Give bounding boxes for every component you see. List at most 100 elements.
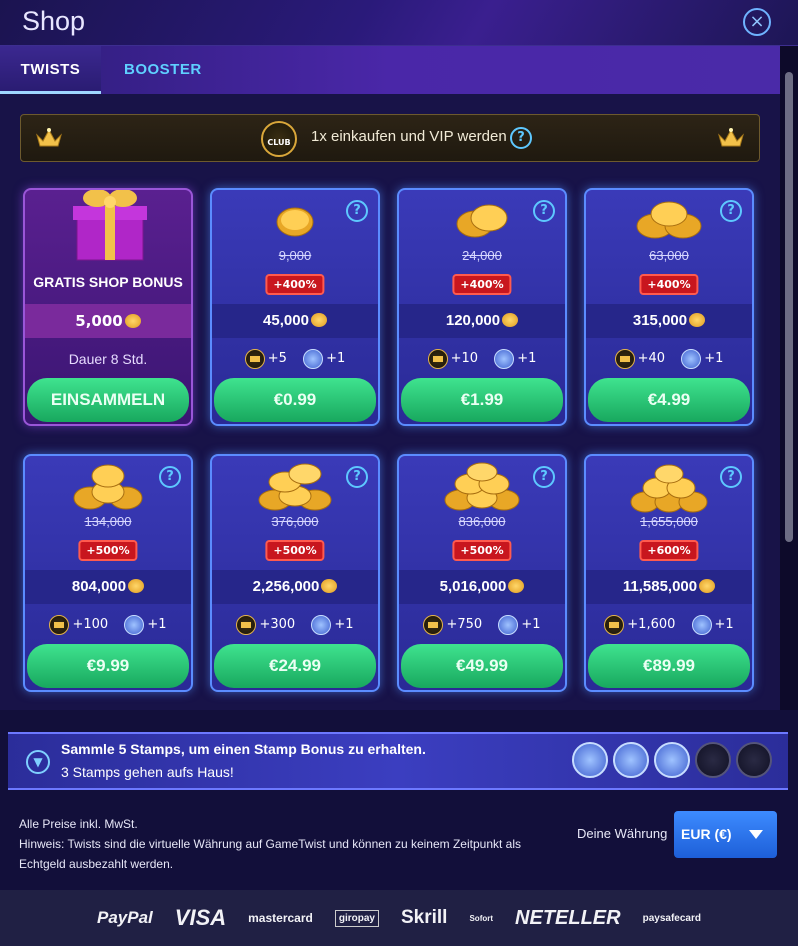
stamp-filled-icon [613, 742, 649, 778]
crown-count: +5 [267, 351, 287, 366]
crown-count: +300 [259, 617, 296, 632]
info-line: Hinweis: Twists sind die virtuelle Währu… [19, 837, 522, 851]
stamp-count: +1 [517, 351, 537, 366]
currency-value: EUR (€) [681, 826, 732, 842]
scrollbar-thumb[interactable] [785, 72, 793, 542]
help-icon[interactable]: ? [346, 466, 368, 488]
amount-row: 120,000 [399, 304, 565, 338]
help-icon[interactable]: ? [720, 466, 742, 488]
crown-count: +1,600 [627, 617, 676, 632]
stamp-count: +1 [147, 617, 167, 632]
bonus-badge: +600% [639, 540, 699, 561]
twist-package-card: ? 63,000 +400% 315,000 +40 +1 €4.99 [584, 188, 754, 426]
crown-icon [427, 349, 448, 369]
skrill-logo: Skrill [400, 907, 448, 928]
help-icon[interactable]: ? [346, 200, 368, 222]
crown-icon [614, 349, 635, 369]
amount: 120,000 [445, 312, 501, 329]
close-button[interactable]: × [743, 8, 771, 36]
sofort-logo: Sofort [469, 913, 494, 923]
stamp-icon [498, 615, 519, 635]
buy-button[interactable]: €89.99 [588, 644, 750, 688]
twist-package-card: ? 376,000 +500% 2,256,000 +300 +1 €24.99 [210, 454, 380, 692]
perks-row: +5 +1 [212, 340, 378, 378]
gratis-bonus-card: GRATIS SHOP BONUS 5,000 Dauer 8 Std. EIN… [23, 188, 193, 426]
page-title: Shop [22, 6, 86, 36]
stamp-icon [691, 615, 712, 635]
visa-logo: VISA [174, 905, 227, 930]
bonus-badge: +500% [265, 540, 325, 561]
stamp-title: Sammle 5 Stamps, um einen Stamp Bonus zu… [61, 741, 426, 757]
coin-stack-icon [456, 204, 508, 238]
stamp-empty-icon [695, 742, 731, 778]
old-amount: 9,000 [278, 248, 312, 263]
crown-icon [423, 615, 444, 635]
coin-stack-icon [444, 462, 520, 511]
help-icon[interactable]: ? [533, 200, 555, 222]
help-icon[interactable]: ? [510, 127, 532, 149]
crown-icon [604, 615, 625, 635]
coin-icon [321, 579, 338, 593]
coin-stack-icon [636, 201, 702, 239]
neteller-logo: NETELLER [515, 906, 621, 929]
crown-count: +10 [450, 351, 479, 366]
paypal-logo: PayPal [97, 908, 153, 927]
help-icon[interactable]: ? [533, 466, 555, 488]
perks-row: +750 +1 [399, 606, 565, 644]
perks-row: +100 +1 [25, 606, 191, 644]
crown-count: +40 [637, 351, 666, 366]
club-badge-icon: CLUB [261, 121, 297, 157]
bonus-badge: +500% [78, 540, 138, 561]
tab-booster[interactable]: BOOSTER [124, 46, 202, 94]
scrollbar[interactable] [780, 46, 798, 710]
old-amount: 24,000 [462, 248, 502, 263]
coin-stack-icon [630, 464, 708, 513]
stamp-count: +1 [714, 617, 734, 632]
price-info: Alle Preise inkl. MwSt. Hinweis: Twists … [19, 814, 521, 874]
buy-button[interactable]: €24.99 [214, 644, 376, 688]
stamp-filled-icon [572, 742, 608, 778]
old-amount: 836,000 [458, 514, 506, 529]
giropay-logo: giropay [334, 909, 379, 927]
coin-stack-icon [258, 463, 332, 511]
amount: 45,000 [263, 312, 309, 329]
tab-twists[interactable]: TWISTS [0, 46, 101, 94]
info-line: Alle Preise inkl. MwSt. [19, 817, 138, 831]
crown-icon [49, 615, 70, 635]
currency-label: Deine Währung [577, 826, 668, 841]
twist-package-card: ? 134,000 +500% 804,000 +100 +1 €9.99 [23, 454, 193, 692]
currency-select[interactable]: EUR (€) [674, 811, 777, 858]
amount: 804,000 [71, 578, 127, 595]
bonus-badge: +400% [639, 274, 699, 295]
gratis-duration: Dauer 8 Std. [68, 351, 148, 367]
info-line: Echtgeld ausbezahlt werden. [19, 857, 174, 871]
amount: 2,256,000 [252, 578, 320, 595]
old-amount: 1,655,000 [640, 514, 698, 529]
crown-icon [236, 615, 257, 635]
crown-icon [244, 349, 265, 369]
buy-button[interactable]: €49.99 [401, 644, 563, 688]
coin-icon [310, 313, 327, 327]
stamp-empty-icon [736, 742, 772, 778]
buy-button[interactable]: €1.99 [401, 378, 563, 422]
buy-button[interactable]: €9.99 [27, 644, 189, 688]
collect-button[interactable]: EINSAMMELN [27, 378, 189, 422]
stamp-icon [681, 349, 702, 369]
buy-button[interactable]: €0.99 [214, 378, 376, 422]
bonus-badge: +500% [452, 540, 512, 561]
amount: 11,585,000 [622, 578, 698, 595]
chevron-down-icon[interactable]: ▼ [26, 750, 50, 774]
perks-row: +300 +1 [212, 606, 378, 644]
stamp-icon [311, 615, 332, 635]
gratis-title: GRATIS SHOP BONUS [33, 274, 183, 290]
bonus-badge: +400% [265, 274, 325, 295]
help-icon[interactable]: ? [720, 200, 742, 222]
amount: 315,000 [632, 312, 688, 329]
coin-icon [124, 314, 141, 328]
buy-button[interactable]: €4.99 [588, 378, 750, 422]
stamp-banner: ▼ Sammle 5 Stamps, um einen Stamp Bonus … [8, 732, 788, 790]
amount-row: 11,585,000 [586, 570, 752, 604]
coin-icon [508, 579, 525, 593]
coin-icon [689, 313, 706, 327]
help-icon[interactable]: ? [159, 466, 181, 488]
